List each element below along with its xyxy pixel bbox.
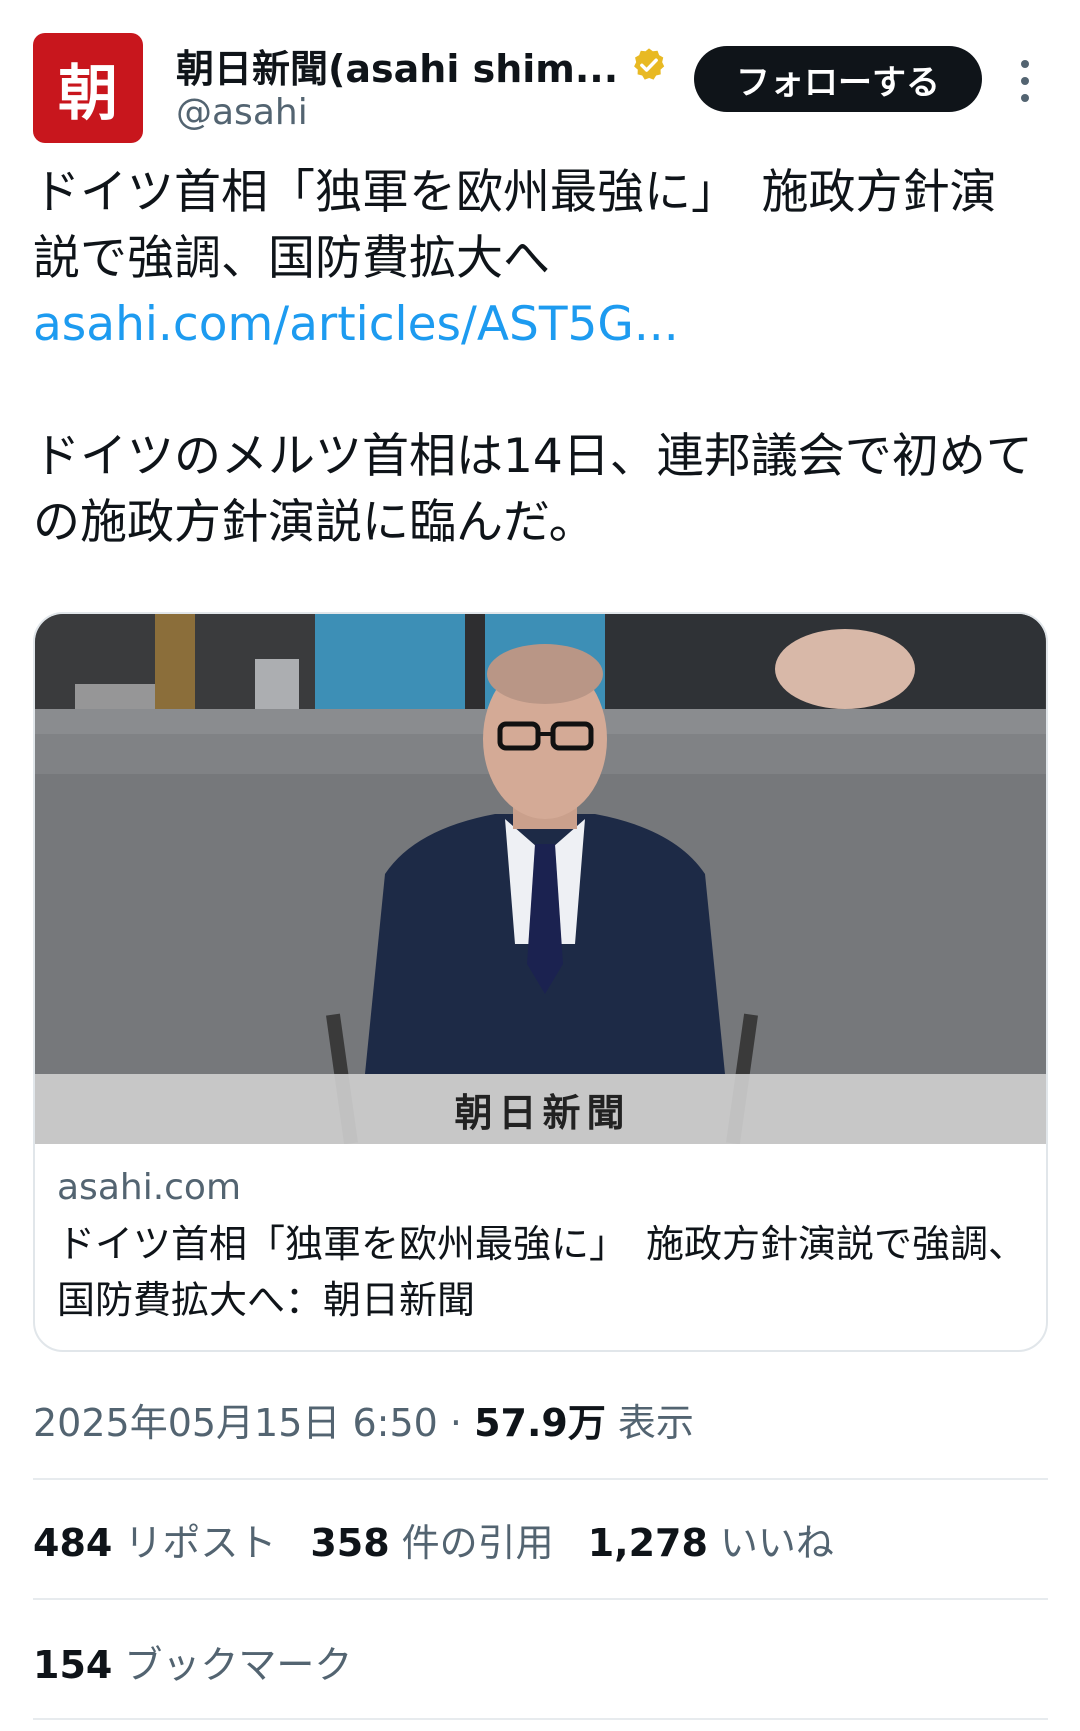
card-image[interactable]: 朝日新聞 xyxy=(35,614,1046,1144)
image-caption-text: 朝日新聞 xyxy=(454,1089,631,1135)
divider xyxy=(33,1718,1048,1720)
timestamp[interactable]: 2025年05月15日 6:50 xyxy=(33,1401,438,1445)
card-domain: asahi.com xyxy=(57,1167,242,1208)
avatar-text: 朝 xyxy=(58,58,118,129)
link-card[interactable]: 朝日新聞 asahi.com ドイツ首相「独軍を欧州最強に」 施政方針演説で強調… xyxy=(33,612,1048,1352)
quotes-label: 件の引用 xyxy=(401,1521,554,1565)
more-options-icon[interactable] xyxy=(1010,56,1040,106)
card-meta: asahi.com ドイツ首相「独軍を欧州最強に」 施政方針演説で強調、国防費拡… xyxy=(57,1164,1027,1328)
avatar[interactable]: 朝 xyxy=(33,33,143,143)
engagement-stats: 484 リポスト 358 件の引用 1,278 いいね xyxy=(33,1512,834,1567)
likes-count: 1,278 xyxy=(587,1521,708,1565)
reposts-count: 484 xyxy=(33,1521,113,1565)
bookmarks-stat[interactable]: 154 ブックマーク xyxy=(33,1634,352,1689)
views-count: 57.9万 xyxy=(474,1401,606,1445)
timestamp-row: 2025年05月15日 6:50 · 57.9万 表示 xyxy=(33,1392,694,1447)
display-name[interactable]: 朝日新聞(asahi shim... xyxy=(176,38,618,93)
bookmarks-count: 154 xyxy=(33,1643,113,1687)
reposts-label: リポスト xyxy=(124,1521,277,1565)
meta-separator: · xyxy=(437,1401,475,1445)
tweet-text: ドイツ首相「独軍を欧州最強に」 施政方針演説で強調、国防費拡大へ asahi.c… xyxy=(33,160,1043,556)
follow-button[interactable]: フォローする xyxy=(694,46,982,112)
name-row: 朝日新聞(asahi shim... xyxy=(176,38,668,93)
reposts-stat[interactable]: 484 リポスト xyxy=(33,1512,276,1567)
tweet-header: 朝 朝日新聞(asahi shim... @asahi フォローする xyxy=(0,0,1080,150)
likes-label: いいね xyxy=(719,1521,834,1565)
tweet-headline: ドイツ首相「独軍を欧州最強に」 施政方針演説で強調、国防費拡大へ xyxy=(33,165,997,286)
tweet-paragraph-2: ドイツのメルツ首相は14日、連邦議会で初めての施政方針演説に臨んだ。 xyxy=(33,429,1033,550)
user-handle[interactable]: @asahi xyxy=(176,92,308,133)
card-title[interactable]: ドイツ首相「独軍を欧州最強に」 施政方針演説で強調、国防費拡大へ：朝日新聞 xyxy=(57,1216,1027,1328)
quotes-count: 358 xyxy=(310,1521,390,1565)
divider xyxy=(33,1478,1048,1480)
verified-badge-icon xyxy=(634,48,665,80)
likes-stat[interactable]: 1,278 いいね xyxy=(588,1512,834,1567)
bookmarks-label: ブックマーク xyxy=(124,1643,353,1687)
divider xyxy=(33,1598,1048,1600)
views-label: 表示 xyxy=(605,1401,694,1445)
speaker-at-podium-photo xyxy=(35,614,1046,1144)
tweet-paragraph-1: ドイツ首相「独軍を欧州最強に」 施政方針演説で強調、国防費拡大へ asahi.c… xyxy=(33,160,1043,358)
quotes-stat[interactable]: 358 件の引用 xyxy=(310,1512,553,1567)
tweet-link[interactable]: asahi.com/articles/AST5G... xyxy=(33,297,679,352)
image-caption: 朝日新聞 xyxy=(35,1074,1046,1144)
